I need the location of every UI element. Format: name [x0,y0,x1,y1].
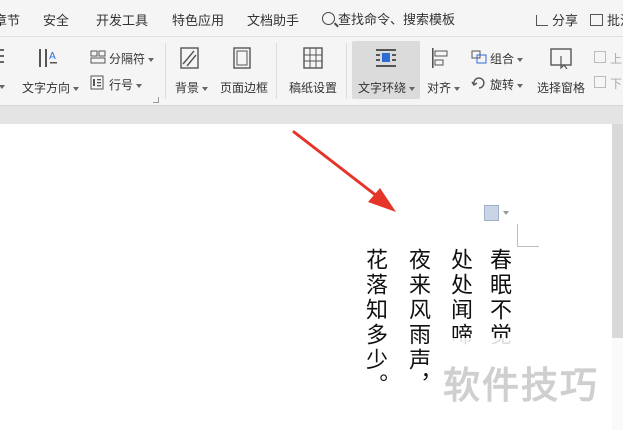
annotation-arrow-icon [292,130,396,212]
